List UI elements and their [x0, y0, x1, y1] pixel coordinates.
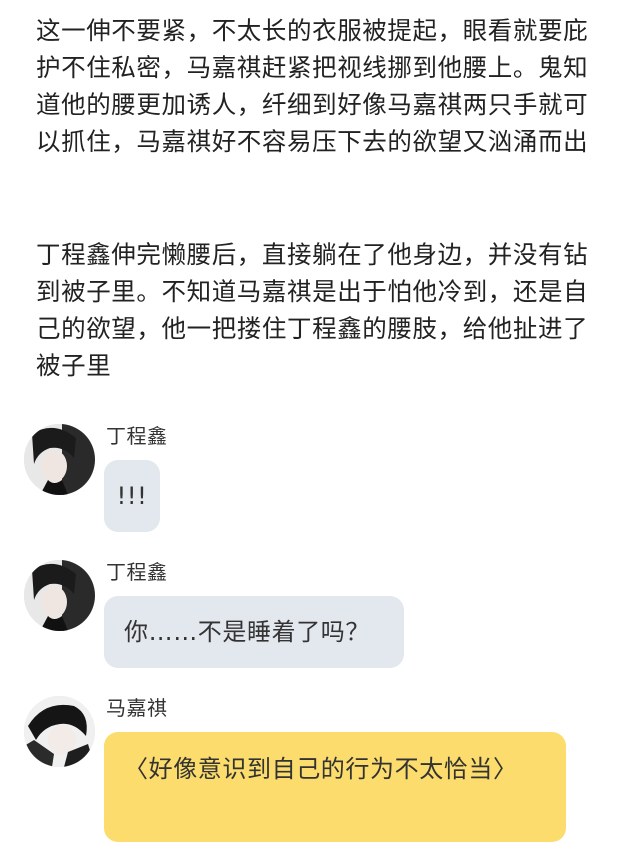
avatar[interactable] — [24, 560, 95, 631]
sender-name: 丁程鑫 — [106, 424, 168, 448]
avatar[interactable] — [24, 696, 95, 767]
story-paragraph-2: 丁程鑫伸完懒腰后，直接躺在了他身边，并没有钻到被子里。不知道马嘉祺是出于怕他冷到… — [36, 240, 589, 380]
message-bubble: 你……不是睡着了吗？ — [104, 596, 404, 668]
avatar-icon — [24, 424, 95, 495]
avatar-icon — [24, 560, 95, 631]
story-paragraph-1: 这一伸不要紧，不太长的衣服被提起，眼看就要庇护不住私密，马嘉祺赶紧把视线挪到他腰… — [36, 16, 589, 156]
avatar-icon — [24, 696, 95, 767]
avatar[interactable] — [24, 424, 95, 495]
sender-name: 马嘉祺 — [106, 696, 168, 720]
message-bubble: 〈好像意识到自己的行为不太恰当〉 — [104, 732, 566, 842]
message-bubble: !!! — [104, 460, 160, 532]
sender-name: 丁程鑫 — [106, 560, 168, 584]
